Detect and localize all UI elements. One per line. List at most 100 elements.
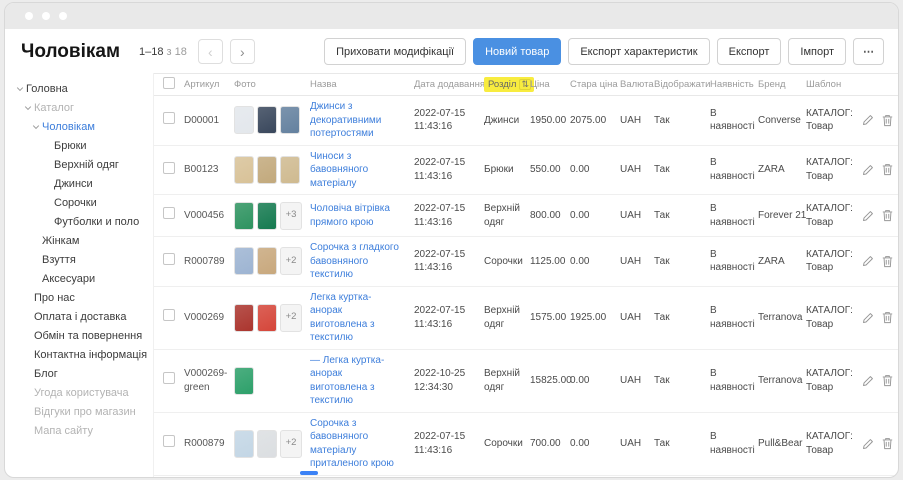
column-header-photo[interactable]: Фото [234,79,310,90]
product-photo-thumbnail[interactable] [234,202,254,230]
more-photos-badge[interactable]: +3 [280,202,302,230]
column-header-template[interactable]: Шаблон [806,79,862,90]
export-characteristics-button[interactable]: Експорт характеристик [568,38,709,65]
new-product-button[interactable]: Новий товар [473,38,561,65]
product-photo-thumbnail[interactable] [234,304,254,332]
product-sku: V000456 [184,205,234,227]
row-checkbox[interactable] [163,253,175,265]
row-checkbox[interactable] [163,435,175,447]
window-minimize-icon[interactable] [42,12,50,20]
product-template: КАТАЛОГ: Товар [806,300,862,335]
row-checkbox[interactable] [163,112,175,124]
sidebar-item-label: Джинси [54,178,93,190]
sidebar-item-label: Чоловікам [42,121,95,133]
row-checkbox[interactable] [163,162,175,174]
sidebar-item[interactable]: Угода користувача [5,383,153,402]
delete-trash-icon[interactable] [882,163,893,176]
sidebar-item[interactable]: Верхній одяг [5,155,153,174]
product-name-link[interactable]: Джинси з декоративними потертостями [310,100,408,141]
column-header-currency[interactable]: Валюта [620,79,654,90]
column-header-section[interactable]: Розділ ⇅ [484,77,530,93]
sidebar-item[interactable]: Брюки [5,136,153,155]
delete-trash-icon[interactable] [882,374,893,387]
sidebar-item[interactable]: Мапа сайту [5,421,153,440]
column-header-date[interactable]: Дата додавання [414,79,484,90]
product-currency: UAH [620,110,654,132]
product-old-price: 0.00 [570,370,620,392]
sidebar-item[interactable]: Сорочки [5,193,153,212]
product-photo-thumbnail[interactable] [257,304,277,332]
more-actions-button[interactable]: ⋯ [853,38,884,65]
product-photo-thumbnail[interactable] [234,106,254,134]
edit-pencil-icon[interactable] [862,255,874,267]
column-header-availability[interactable]: Наявність [710,79,758,90]
product-photo-thumbnail[interactable] [234,247,254,275]
product-name-link[interactable]: — Легка куртка-анорак виготовлена з текс… [310,354,408,408]
sidebar-item[interactable]: Каталог [5,98,153,117]
sidebar-item[interactable]: Відгуки про магазин [5,402,153,421]
more-photos-badge[interactable]: +2 [280,430,302,458]
export-button[interactable]: Експорт [717,38,782,65]
column-header-name[interactable]: Назва [310,79,414,90]
product-photo-thumbnail[interactable] [257,430,277,458]
window-maximize-icon[interactable] [59,12,67,20]
table-row: V000456 +3 Чоловіча вітрівка прямого кро… [154,195,898,237]
edit-pencil-icon[interactable] [862,164,874,176]
product-name-link[interactable]: Сорочка з бавовняного матеріалу притален… [310,417,408,471]
delete-trash-icon[interactable] [882,311,893,324]
edit-pencil-icon[interactable] [862,114,874,126]
product-availability: В наявності [710,152,758,187]
column-header-price[interactable]: Ціна [530,79,570,90]
product-photo-thumbnail[interactable] [257,247,277,275]
product-name-link[interactable]: Чиноси з бавовняного матеріалу [310,150,408,191]
delete-trash-icon[interactable] [882,437,893,450]
column-header-old-price[interactable]: Стара ціна [570,79,620,90]
hide-modifications-button[interactable]: Приховати модифікації [324,38,466,65]
product-photo-thumbnail[interactable] [257,156,277,184]
import-button[interactable]: Імпорт [788,38,846,65]
window-close-icon[interactable] [25,12,33,20]
product-photo-thumbnail[interactable] [234,430,254,458]
product-name-link[interactable]: Чоловіча вітрівка прямого крою [310,202,408,229]
sidebar-item[interactable]: Оплата і доставка [5,307,153,326]
delete-trash-icon[interactable] [882,209,893,222]
product-photo-thumbnail[interactable] [257,202,277,230]
column-header-sku[interactable]: Артикул [184,79,234,90]
select-all-checkbox[interactable] [163,77,175,89]
product-photo-thumbnail[interactable] [280,156,300,184]
sidebar-item[interactable]: Жінкам [5,231,153,250]
delete-trash-icon[interactable] [882,114,893,127]
sidebar-item[interactable]: Футболки и поло [5,212,153,231]
sidebar-item[interactable]: Головна [5,79,153,98]
horizontal-scrollbar-thumb[interactable] [300,471,318,475]
more-photos-badge[interactable]: +2 [280,247,302,275]
pagination-next-button[interactable]: › [230,39,255,64]
edit-pencil-icon[interactable] [862,375,874,387]
more-photos-badge[interactable]: +2 [280,304,302,332]
sidebar-item[interactable]: Про нас [5,288,153,307]
column-header-display[interactable]: Відображати [654,79,710,90]
product-name-link[interactable]: Сорочка з гладкого бавовняного текстилю [310,241,408,282]
pagination-prev-button[interactable]: ‹ [198,39,223,64]
product-photo-thumbnail[interactable] [280,106,300,134]
product-photo-thumbnail[interactable] [234,367,254,395]
product-photo-thumbnail[interactable] [234,156,254,184]
sidebar-item-label: Футболки и поло [54,216,139,228]
edit-pencil-icon[interactable] [862,438,874,450]
column-header-brand[interactable]: Бренд [758,79,806,90]
delete-trash-icon[interactable] [882,255,893,268]
sidebar-item[interactable]: Джинси [5,174,153,193]
sidebar-item[interactable]: Блог [5,364,153,383]
product-photo-thumbnail[interactable] [257,106,277,134]
product-name-link[interactable]: Легка куртка-анорак виготовлена з тексти… [310,291,408,345]
row-checkbox[interactable] [163,309,175,321]
row-checkbox[interactable] [163,207,175,219]
edit-pencil-icon[interactable] [862,312,874,324]
sidebar-item[interactable]: Аксесуари [5,269,153,288]
sidebar-item[interactable]: Обмін та повернення [5,326,153,345]
edit-pencil-icon[interactable] [862,210,874,222]
sidebar-item[interactable]: Взуття [5,250,153,269]
sidebar-item[interactable]: Чоловікам [5,117,153,136]
row-checkbox[interactable] [163,372,175,384]
sidebar-item[interactable]: Контактна інформація [5,345,153,364]
